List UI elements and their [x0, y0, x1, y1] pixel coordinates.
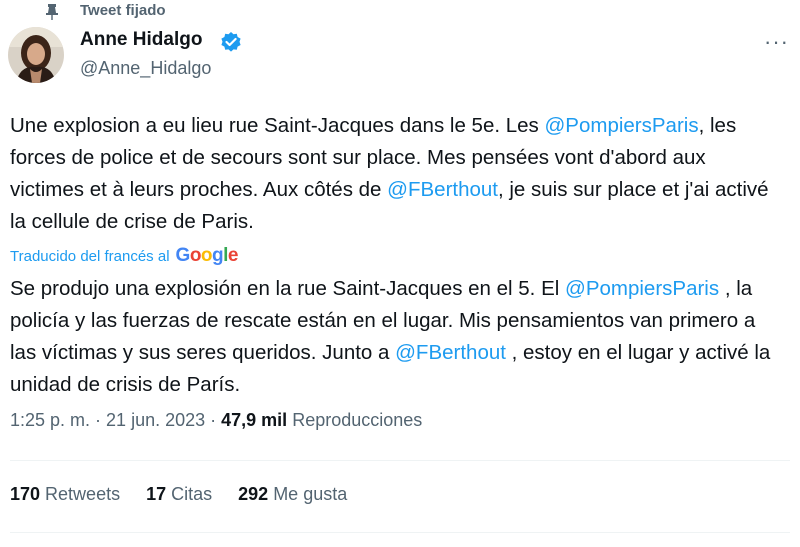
text-segment: Se produjo una explosión en la rue Saint… — [10, 277, 566, 300]
tweet-time[interactable]: 1:25 p. m. — [10, 410, 90, 430]
text-segment: Une explosion a eu lieu rue Saint-Jacque… — [10, 114, 545, 137]
separator: · — [205, 410, 222, 430]
divider — [10, 460, 790, 461]
mention-link[interactable]: @PompiersParis — [565, 277, 719, 300]
mention-link[interactable]: @FBerthout — [395, 341, 506, 364]
views-label: Reproducciones — [287, 410, 423, 430]
tweet-meta: 1:25 p. m. · 21 jun. 2023 · 47,9 mil Rep… — [10, 410, 422, 431]
verified-badge-icon — [221, 32, 241, 52]
divider — [10, 532, 790, 533]
engagement-stats: 170 Retweets 17 Citas 292 Me gusta — [10, 484, 373, 505]
likes-count: 292 — [238, 484, 269, 504]
separator: · — [90, 410, 107, 430]
pin-icon — [46, 4, 58, 20]
likes-label: Me gusta — [268, 484, 348, 504]
author-name[interactable]: Anne Hidalgo — [80, 29, 202, 51]
avatar[interactable] — [8, 27, 64, 83]
retweets-label: Retweets — [40, 484, 121, 504]
views-count: 47,9 mil — [221, 410, 288, 430]
google-logo: Google — [175, 245, 239, 266]
quotes-count: 17 — [146, 484, 167, 504]
tweet-text-translation: Se produjo una explosión en la rue Saint… — [10, 273, 780, 401]
mention-link[interactable]: @FBerthout — [387, 178, 498, 201]
author-handle[interactable]: @Anne_Hidalgo — [80, 58, 211, 79]
likes-stat[interactable]: 292 Me gusta — [238, 484, 347, 504]
retweets-count: 170 — [10, 484, 41, 504]
translated-by-label: Traducido del francés al — [10, 247, 170, 265]
more-options-icon[interactable]: ··· — [764, 29, 789, 55]
retweets-stat[interactable]: 170 Retweets — [10, 484, 120, 504]
tweet-date[interactable]: 21 jun. 2023 — [106, 410, 205, 430]
mention-link[interactable]: @PompiersParis — [544, 114, 698, 137]
tweet-text-original: Une explosion a eu lieu rue Saint-Jacque… — [10, 110, 780, 238]
pinned-label: Tweet fijado — [80, 2, 166, 19]
translation-attribution: Traducido del francés al Google — [10, 245, 239, 267]
quotes-stat[interactable]: 17 Citas — [146, 484, 212, 504]
quotes-label: Citas — [166, 484, 213, 504]
